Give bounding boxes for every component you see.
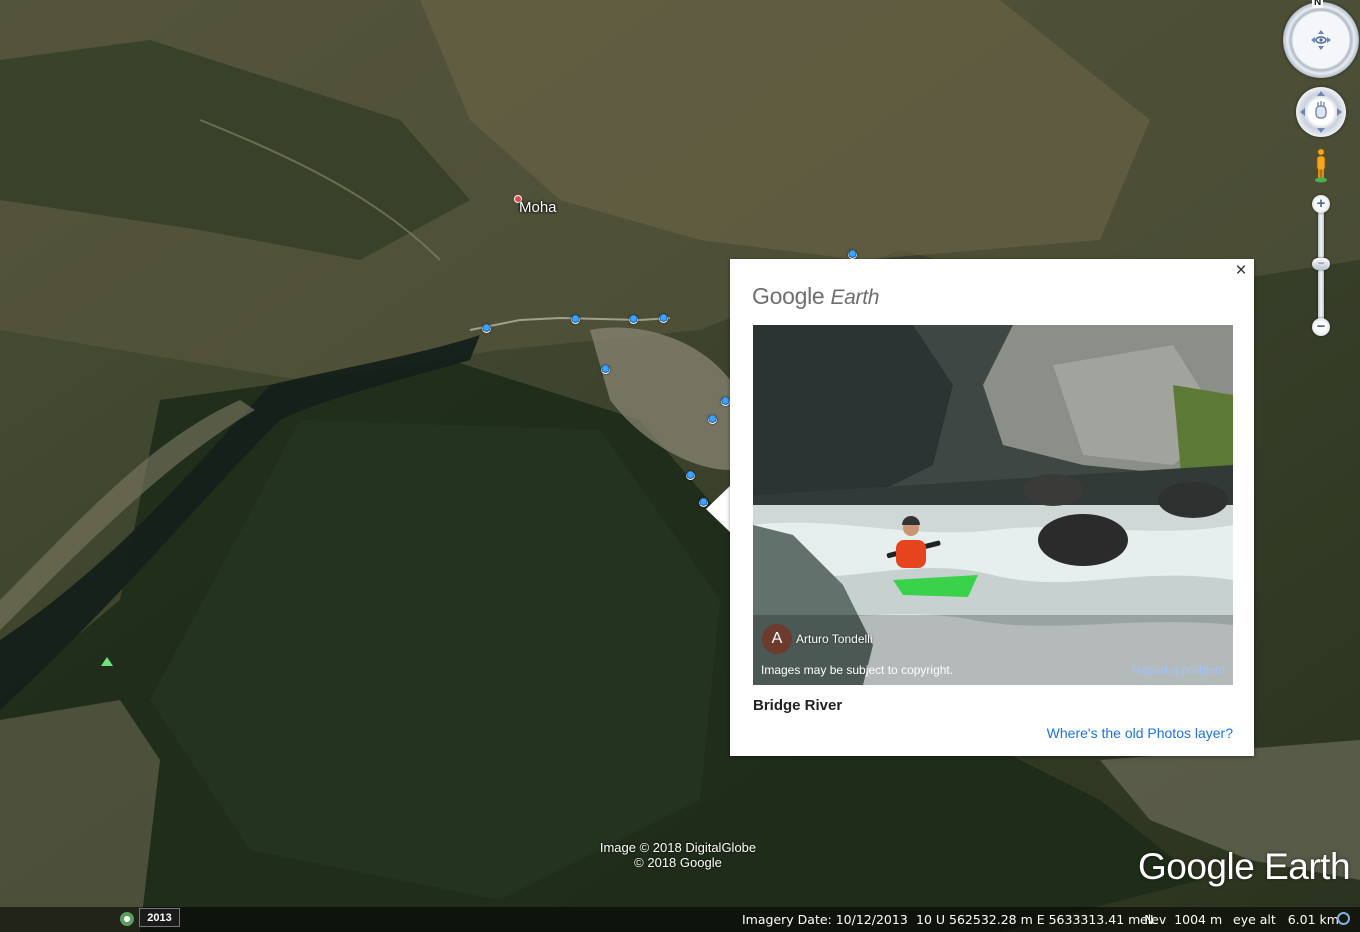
photo-marker[interactable] xyxy=(659,314,668,323)
historical-imagery-icon[interactable] xyxy=(120,912,134,926)
close-button[interactable]: × xyxy=(1232,261,1250,280)
copyright-note: Images may be subject to copyright. xyxy=(761,663,954,677)
author-avatar[interactable]: A xyxy=(762,624,792,654)
pan-control[interactable] xyxy=(1296,87,1346,137)
eye-altitude-readout: eye alt 6.01 km xyxy=(1233,912,1339,927)
photo-marker[interactable] xyxy=(601,365,610,374)
photo-marker[interactable] xyxy=(848,250,857,259)
eye-icon xyxy=(1311,30,1331,50)
author-name[interactable]: Arturo Tondelli xyxy=(796,632,873,646)
place-label-moha[interactable]: Moha xyxy=(519,199,557,216)
imagery-date: Imagery Date: 10/12/2013 xyxy=(742,912,908,927)
peak-marker[interactable] xyxy=(101,657,113,666)
zoom-in-button[interactable]: + xyxy=(1312,195,1330,213)
logo-google-text: Google xyxy=(752,283,825,309)
kayak-photo-image xyxy=(753,325,1233,685)
google-earth-brand: Google Earth xyxy=(1138,846,1351,887)
zoom-slider-thumb[interactable]: − xyxy=(1312,257,1330,270)
streaming-status-icon xyxy=(1337,912,1350,925)
photo-marker[interactable] xyxy=(482,324,491,333)
street-view-pegman-icon[interactable] xyxy=(1312,148,1330,184)
hand-icon xyxy=(1300,91,1342,133)
photo-marker[interactable] xyxy=(686,471,695,480)
photo-marker[interactable] xyxy=(721,397,730,406)
imagery-year-badge[interactable]: 2013 xyxy=(139,908,180,927)
old-photos-layer-link[interactable]: Where's the old Photos layer? xyxy=(1047,725,1233,741)
report-problem-link[interactable]: Report a problem xyxy=(1132,663,1225,677)
photo-marker[interactable] xyxy=(629,315,638,324)
popup-pointer xyxy=(706,485,731,533)
coordinates-readout: 10 U 562532.28 m E 5633313.41 m N xyxy=(916,912,1154,927)
logo-earth-text: Earth xyxy=(830,286,880,309)
elevation-readout: elev 1004 m xyxy=(1140,912,1223,927)
google-earth-logo: Google Earth xyxy=(752,283,879,310)
photo-marker[interactable] xyxy=(571,315,580,324)
photo-title: Bridge River xyxy=(753,697,843,714)
attribution-line-2: © 2018 Google xyxy=(634,855,722,870)
attribution-line-1: Image © 2018 DigitalGlobe xyxy=(599,840,757,855)
zoom-out-button[interactable]: − xyxy=(1312,318,1330,336)
photo-marker[interactable] xyxy=(708,415,717,424)
photo-popup: × Google Earth A Arturo Tondelli Images … xyxy=(730,259,1254,756)
kayak-photo[interactable]: A Arturo Tondelli Images may be subject … xyxy=(753,325,1233,685)
imagery-attribution: Image © 2018 DigitalGlobe © 2018 Google xyxy=(578,840,778,870)
north-indicator[interactable]: N xyxy=(1312,0,1324,8)
